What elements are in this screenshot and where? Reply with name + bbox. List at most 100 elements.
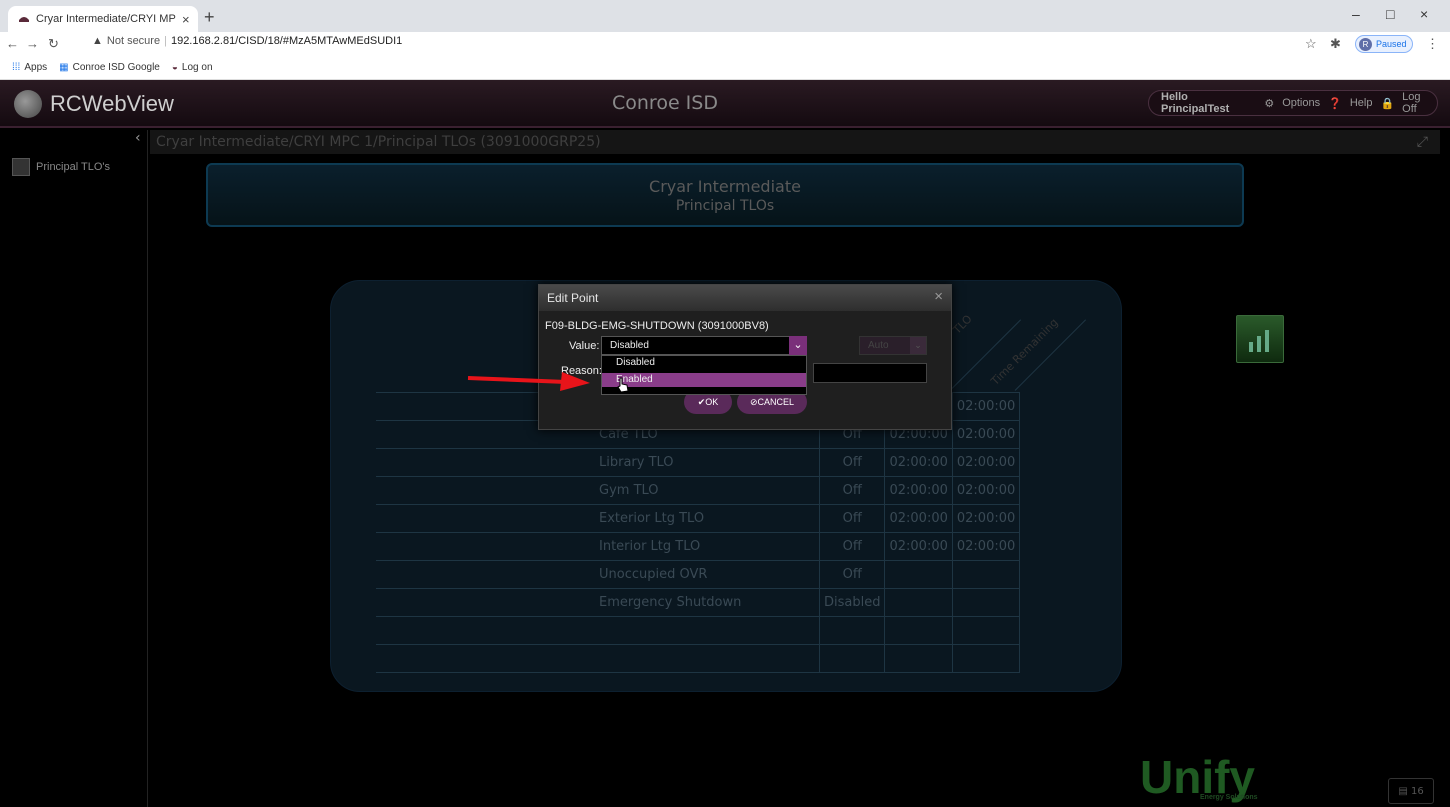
cancel-label: CANCEL	[757, 397, 795, 407]
page-icon: ▤	[1398, 786, 1408, 797]
dialog-title: Edit Point	[539, 285, 951, 311]
app-header: RCWebView Conroe ISD Hello PrincipalTest…	[0, 80, 1450, 128]
cell-status: Off	[818, 560, 886, 589]
tab-title: Cryar Intermediate/CRYI MPC 1/	[36, 13, 176, 25]
user-bar: Hello PrincipalTest ⚙ Options ❓ Help 🔒 L…	[1148, 90, 1438, 116]
cell-t1	[884, 560, 953, 589]
trend-chart-button[interactable]	[1236, 315, 1284, 363]
ok-label: OK	[705, 397, 719, 407]
hand-cursor-icon	[617, 377, 629, 393]
close-icon[interactable]: ×	[934, 288, 943, 305]
cancel-icon: ⊘	[749, 397, 758, 407]
cell-t2: 02:00:00	[951, 476, 1021, 505]
tab-close-icon[interactable]: ×	[182, 12, 190, 27]
extensions-icon[interactable]: ✱	[1330, 36, 1341, 52]
tlo-table: 02:00:00 Cafe TLO Off 02:00:00 02:00:00 Libra…	[376, 392, 1021, 673]
cell-t2: 02:00:00	[951, 532, 1021, 561]
browser-tab[interactable]: Cryar Intermediate/CRYI MPC 1/ ×	[8, 6, 198, 32]
cell-t2	[951, 616, 1021, 645]
sheets-icon: ▦	[59, 62, 69, 73]
value-selected: Disabled	[610, 340, 649, 351]
cell-status: Off	[818, 448, 886, 477]
cell-status: Disabled	[818, 588, 886, 617]
table-row[interactable]: Interior Ltg TLO Off 02:00:00 02:00:00	[376, 532, 1021, 561]
profile-button[interactable]: R Paused	[1355, 35, 1413, 53]
fullscreen-icon[interactable]: ⤢	[1417, 130, 1428, 154]
cell-t1	[884, 616, 953, 645]
collapse-sidebar-icon[interactable]: ‹	[135, 130, 141, 146]
logoff-link[interactable]: Log Off	[1402, 91, 1437, 115]
sidebar: ‹ Principal TLO's	[0, 130, 148, 807]
reload-icon[interactable]: ↻	[48, 36, 59, 52]
graphic-banner: Cryar Intermediate Principal TLOs	[206, 163, 1244, 227]
back-icon[interactable]: ←	[6, 36, 19, 51]
url-text: 192.168.2.81/CISD/18/#MzA5MTAwMEdSUDI1	[170, 35, 403, 47]
omnibox-separator: |	[164, 35, 167, 47]
cell-t2: 02:00:00	[951, 392, 1021, 421]
table-row[interactable]: Unoccupied OVR Off	[376, 560, 1021, 589]
bookmark-apps[interactable]: ⁞⁞⁞ Apps	[12, 62, 47, 73]
minimize-button[interactable]: –	[1352, 6, 1360, 22]
help-link[interactable]: Help	[1350, 97, 1373, 109]
table-row[interactable]: Emergency Shutdown Disabled	[376, 588, 1021, 617]
value-dropdown-list: Disabled Enabled	[601, 355, 807, 395]
banner-subtitle: Principal TLOs	[675, 198, 775, 214]
cell-t1	[884, 644, 953, 673]
bookmark-conroe[interactable]: ▦ Conroe ISD Google	[59, 62, 160, 73]
table-row[interactable]	[376, 616, 1021, 645]
mode-select: Auto ⌄	[859, 336, 927, 355]
dropdown-option-enabled[interactable]: Enabled	[602, 373, 806, 387]
breadcrumb-text: Cryar Intermediate/CRYI MPC 1/Principal …	[156, 134, 601, 150]
address-bar: ← → ↻ ▲ Not secure | 192.168.2.81/CISD/1…	[0, 32, 1450, 56]
menu-icon[interactable]: ⋮	[1426, 36, 1439, 52]
cell-name	[376, 644, 820, 673]
table-row[interactable]: Library TLO Off 02:00:00 02:00:00	[376, 448, 1021, 477]
cell-name: Unoccupied OVR	[376, 560, 820, 589]
cell-t2: 02:00:00	[951, 504, 1021, 533]
cell-status: Off	[818, 532, 886, 561]
page-count-button[interactable]: ▤ 16	[1388, 778, 1434, 804]
hello-user: Hello PrincipalTest	[1161, 91, 1230, 115]
profile-status: Paused	[1376, 39, 1407, 49]
star-icon[interactable]: ☆	[1305, 36, 1317, 52]
table-row[interactable]	[376, 644, 1021, 673]
forward-icon[interactable]: →	[26, 36, 39, 51]
cell-status	[818, 616, 886, 645]
breadcrumb: Cryar Intermediate/CRYI MPC 1/Principal …	[150, 130, 1440, 154]
sidebar-item-principal-tlos[interactable]: Principal TLO's	[12, 158, 110, 176]
chevron-down-icon[interactable]: ⌄	[789, 336, 807, 355]
table-row[interactable]: Exterior Ltg TLO Off 02:00:00 02:00:00	[376, 504, 1021, 533]
bookmark-logon[interactable]: ◒ Log on	[172, 62, 213, 73]
omnibox[interactable]: ▲ Not secure | 192.168.2.81/CISD/18/#MzA…	[92, 35, 402, 47]
cell-name: Library TLO	[376, 448, 820, 477]
new-tab-button[interactable]: +	[204, 7, 215, 28]
cell-status	[818, 644, 886, 673]
cell-name: Exterior Ltg TLO	[376, 504, 820, 533]
browser-tab-strip: Cryar Intermediate/CRYI MPC 1/ × + – □ ×	[0, 0, 1450, 32]
bookmarks-bar: ⁞⁞⁞ Apps ▦ Conroe ISD Google ◒ Log on	[0, 56, 1450, 80]
maximize-button[interactable]: □	[1386, 6, 1394, 22]
options-link[interactable]: Options	[1282, 97, 1320, 109]
red-arrow-annotation	[467, 372, 590, 391]
graphic-icon	[12, 158, 30, 176]
window-close-button[interactable]: ×	[1420, 6, 1428, 22]
cell-t2: 02:00:00	[951, 420, 1021, 449]
warning-icon: ▲	[92, 35, 103, 47]
bookmark-label: Log on	[181, 62, 213, 73]
dropdown-option-disabled[interactable]: Disabled	[602, 356, 806, 370]
cell-status: Off	[818, 504, 886, 533]
site-favicon-icon: ◒	[171, 62, 178, 73]
cell-status: Off	[818, 476, 886, 505]
cell-name: Emergency Shutdown	[376, 588, 820, 617]
cell-t1: 02:00:00	[884, 448, 953, 477]
cell-t1: 02:00:00	[884, 504, 953, 533]
chevron-down-icon: ⌄	[910, 337, 926, 354]
table-row[interactable]: Gym TLO Off 02:00:00 02:00:00	[376, 476, 1021, 505]
not-secure-label: Not secure	[106, 35, 161, 47]
app-title: Conroe ISD	[612, 92, 718, 114]
reason-input[interactable]	[813, 363, 927, 383]
cell-name	[376, 616, 820, 645]
value-select[interactable]: Disabled ⌄	[601, 336, 807, 355]
site-favicon-icon	[19, 17, 29, 22]
cell-t2: 02:00:00	[951, 448, 1021, 477]
